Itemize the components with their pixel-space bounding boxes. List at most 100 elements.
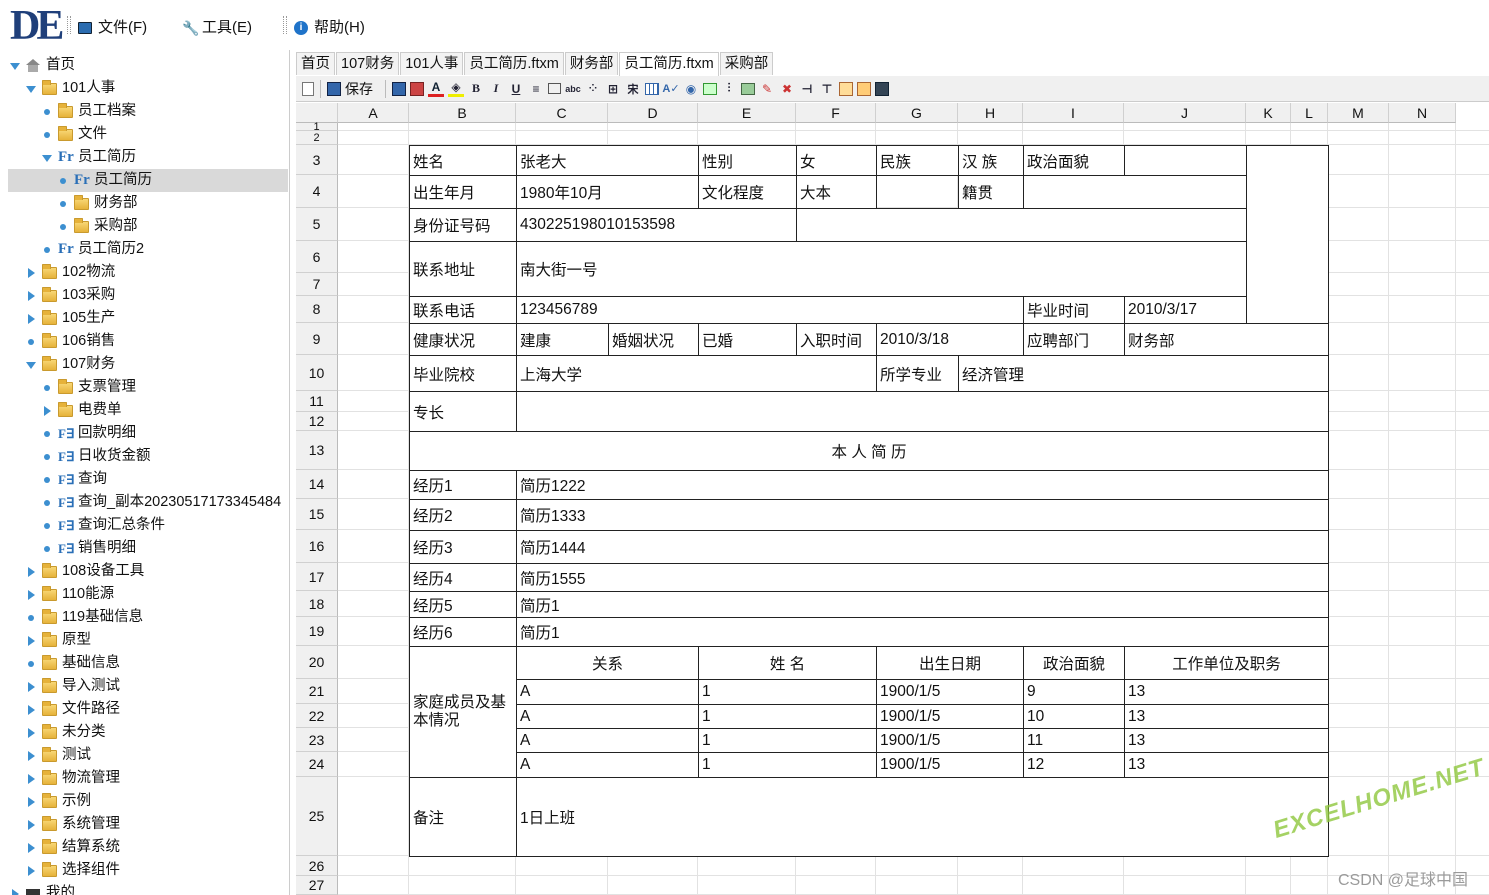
table-cell[interactable]: 1 [698, 728, 877, 753]
form-value[interactable]: 简历1444 [516, 530, 1329, 564]
split-icon[interactable]: ⊣ [799, 81, 815, 97]
row-header[interactable]: 17 [296, 563, 338, 591]
table-cell[interactable]: A [516, 679, 699, 705]
form-value[interactable]: 简历1222 [516, 470, 1329, 500]
document-tab[interactable]: 101人事 [400, 52, 464, 75]
column-header[interactable]: C [516, 103, 608, 123]
row-header[interactable]: 8 [296, 296, 338, 323]
row-header[interactable]: 14 [296, 470, 338, 499]
row-header[interactable]: 22 [296, 704, 338, 728]
tree-icon[interactable]: ⊤ [819, 81, 835, 97]
table-cell[interactable]: 1 [698, 679, 877, 705]
form-label[interactable]: 籍贯 [958, 175, 1024, 209]
table-cell[interactable]: 13 [1124, 704, 1329, 729]
form-value[interactable]: 1日上班 [516, 777, 1329, 857]
report-sheet[interactable]: A B C D E F G H I J K L M N 1 2 3 4 5 6 7 8 9 10 11 12 13 14 15 16 17 1… [296, 103, 1489, 895]
expand-arrow-icon[interactable] [26, 635, 36, 646]
tree-node[interactable]: 导入测试 [26, 675, 120, 698]
preview-icon[interactable]: ◉ [683, 81, 699, 97]
row-header[interactable]: 4 [296, 175, 338, 208]
tree-node[interactable]: 108设备工具 [26, 560, 144, 583]
column-header[interactable]: A [338, 103, 409, 123]
form-label[interactable]: 应聘部门 [1023, 323, 1125, 356]
row-header[interactable]: 21 [296, 679, 338, 704]
tree-node[interactable]: 首页 [10, 54, 75, 77]
tree-node[interactable]: 支票管理 [42, 376, 136, 399]
form-value[interactable]: 经济管理 [958, 355, 1329, 392]
row-header[interactable]: 19 [296, 617, 338, 646]
tree-node[interactable]: 电费单 [42, 399, 122, 422]
row-header[interactable]: 26 [296, 856, 338, 876]
italic-icon[interactable]: I [488, 81, 504, 97]
row-header[interactable]: 9 [296, 323, 338, 355]
report-icon[interactable] [839, 81, 853, 96]
tree-node[interactable]: 系统管理 [26, 813, 120, 836]
table-cell[interactable]: 13 [1124, 728, 1329, 753]
form-value[interactable]: 张老大 [516, 145, 699, 176]
delete-icon[interactable]: ✖ [779, 81, 795, 97]
strikethrough-icon[interactable]: abc [565, 81, 581, 97]
form-label[interactable]: 家庭成员及基本情况 [409, 646, 517, 778]
form-label[interactable]: 毕业院校 [409, 355, 517, 392]
spell-icon[interactable]: A✓ [662, 81, 679, 97]
form-label[interactable]: 婚姻状况 [608, 323, 699, 356]
row-header[interactable]: 5 [296, 208, 338, 241]
column-header[interactable]: L [1291, 103, 1328, 123]
table-cell[interactable]: A [516, 704, 699, 729]
font-icon[interactable]: 宋 [625, 81, 641, 97]
empty-cell[interactable] [796, 208, 1247, 242]
column-header[interactable]: J [1124, 103, 1246, 123]
column-header[interactable]: H [958, 103, 1023, 123]
form-label[interactable]: 联系电话 [409, 296, 517, 324]
tree-node[interactable]: 财务部 [58, 192, 138, 215]
row-header[interactable]: 25 [296, 777, 338, 856]
tree-node[interactable]: 员工档案 [42, 100, 136, 123]
bold-icon[interactable]: B [468, 81, 484, 97]
tree-node[interactable]: 102物流 [26, 261, 115, 284]
form-label[interactable]: 文化程度 [698, 175, 797, 209]
form-value[interactable]: 2010/3/17 [1124, 296, 1247, 324]
table-cell[interactable]: A [516, 728, 699, 753]
expand-arrow-icon[interactable] [26, 290, 36, 301]
tree-node[interactable]: 采购部 [58, 215, 138, 238]
toolbar-grip[interactable] [283, 16, 287, 34]
column-header[interactable]: F [796, 103, 876, 123]
form-value[interactable] [1023, 175, 1247, 209]
table-cell[interactable]: 1900/1/5 [876, 752, 1024, 778]
form-value[interactable]: 简历1333 [516, 499, 1329, 531]
menu-file[interactable]: 文件(F) [78, 17, 147, 39]
row-header[interactable]: 12 [296, 412, 338, 431]
document-tab[interactable]: 员工简历.ftxm [464, 52, 564, 75]
row-header[interactable]: 23 [296, 728, 338, 752]
row-header[interactable]: 11 [296, 391, 338, 412]
form-value[interactable]: 简历1 [516, 617, 1329, 647]
form-label[interactable]: 所学专业 [876, 355, 959, 392]
tree-node[interactable]: 结算系统 [26, 836, 120, 859]
column-header[interactable]: E [698, 103, 796, 123]
page-icon[interactable] [302, 81, 314, 96]
toolbar-grip[interactable] [67, 16, 71, 34]
tree-node[interactable]: 物流管理 [26, 767, 120, 790]
row-header[interactable]: 7 [296, 273, 338, 296]
collapse-arrow-icon[interactable] [42, 153, 52, 163]
table-cell[interactable]: 13 [1124, 679, 1329, 705]
expand-arrow-icon[interactable] [26, 589, 36, 600]
form-label[interactable]: 身份证号码 [409, 208, 517, 242]
tree-node[interactable]: Fr 员工简历 [8, 169, 288, 192]
form-value[interactable]: 大本 [796, 175, 877, 209]
form-value[interactable]: 1980年10月 [516, 175, 699, 209]
border-icon[interactable]: ⊞ [605, 81, 621, 97]
save-button[interactable]: 保存 [345, 79, 373, 99]
row-header[interactable]: 15 [296, 499, 338, 530]
tree-node[interactable]: 选择组件 [26, 859, 120, 882]
table-icon[interactable] [645, 82, 659, 95]
fill-color-icon[interactable]: ◈ [448, 80, 464, 97]
table-cell[interactable]: 1900/1/5 [876, 679, 1024, 705]
collapse-arrow-icon[interactable] [26, 84, 36, 94]
form-label[interactable]: 政治面貌 [1023, 145, 1125, 176]
tree-node[interactable]: 文件路径 [26, 698, 120, 721]
form-value[interactable]: 汉 族 [958, 145, 1024, 176]
form-value[interactable]: 简历1 [516, 591, 1329, 618]
table-cell[interactable]: 1900/1/5 [876, 728, 1024, 753]
form-label[interactable]: 经历3 [409, 530, 517, 564]
